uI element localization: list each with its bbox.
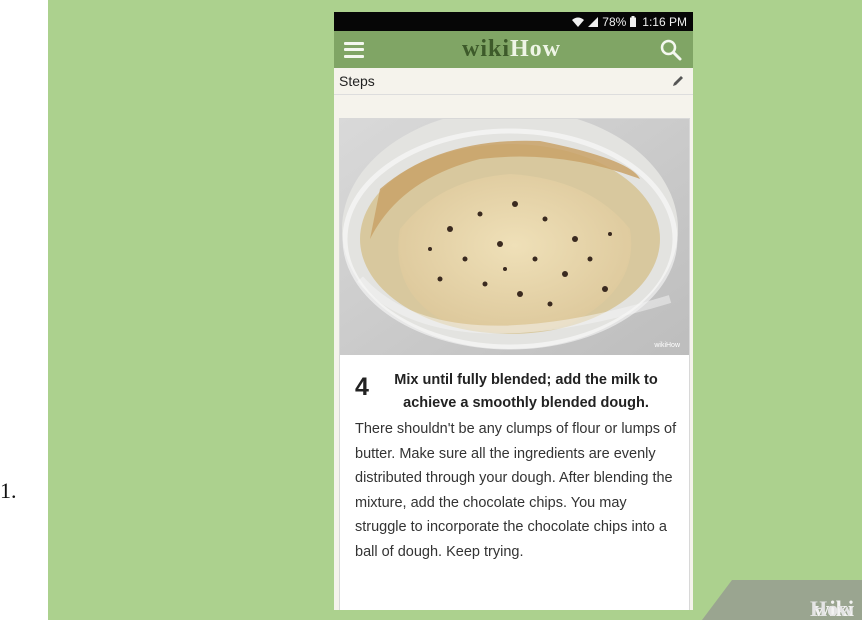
step-body: 4 Mix until fully blended; add the milk … bbox=[340, 355, 689, 564]
battery-percent: 78% bbox=[602, 14, 627, 29]
list-number: 1. bbox=[0, 478, 17, 503]
status-icons: 78% bbox=[572, 14, 637, 29]
phone-screen: 78% 1:16 PM wikiHow Steps wikiHow 4 Mix … bbox=[334, 12, 693, 610]
signal-icon bbox=[588, 16, 599, 27]
status-bar: 78% 1:16 PM bbox=[334, 12, 693, 31]
app-header: wikiHow bbox=[334, 31, 693, 68]
image-panel: 78% 1:16 PM wikiHow Steps wikiHow 4 Mix … bbox=[48, 0, 862, 620]
section-title: Steps bbox=[339, 73, 375, 89]
step-card: wikiHow 4 Mix until fully blended; add t… bbox=[339, 118, 690, 610]
step-title: Mix until fully blended; add the milk to… bbox=[394, 372, 658, 411]
image-watermark: wikiHow bbox=[653, 342, 681, 349]
wifi-icon bbox=[572, 17, 585, 27]
section-bar: Steps bbox=[334, 68, 693, 95]
watermark-how: How bbox=[810, 596, 854, 620]
battery-icon bbox=[630, 16, 637, 27]
status-time: 1:16 PM bbox=[642, 14, 687, 29]
wikihow-logo[interactable]: wikiHow bbox=[462, 36, 561, 63]
step-heading: 4 Mix until fully blended; add the milk … bbox=[355, 369, 677, 415]
logo-wiki: wiki bbox=[461, 36, 510, 62]
wikihow-watermark: wiki How bbox=[702, 580, 862, 620]
search-icon[interactable] bbox=[659, 38, 683, 62]
cookie-dough-bowl-image: wikiHow bbox=[340, 119, 689, 355]
pencil-icon[interactable] bbox=[671, 74, 685, 88]
menu-icon[interactable] bbox=[344, 41, 364, 58]
logo-how: How bbox=[510, 36, 561, 62]
step-description: There shouldn't be any clumps of flour o… bbox=[355, 421, 677, 560]
